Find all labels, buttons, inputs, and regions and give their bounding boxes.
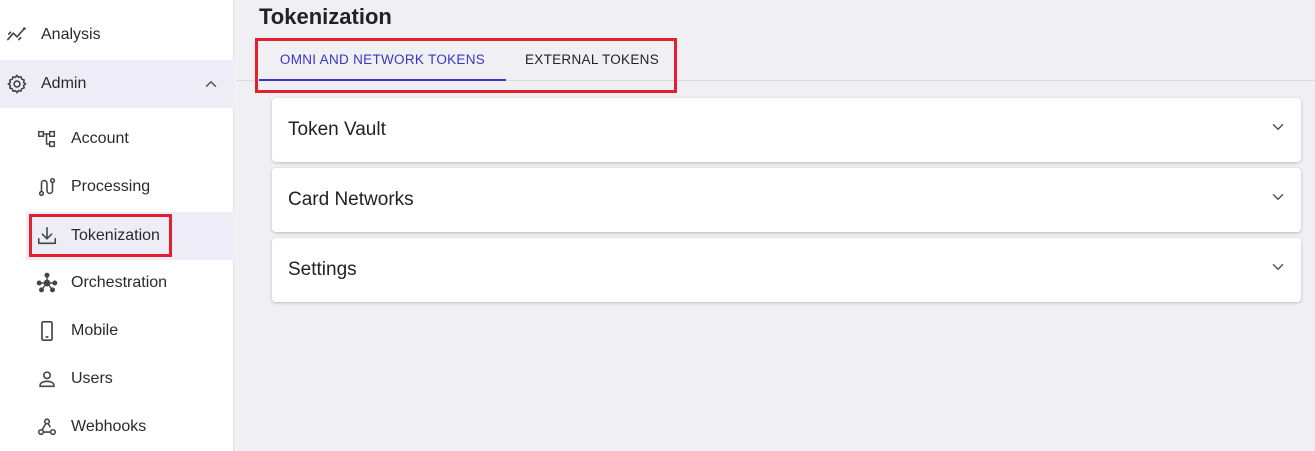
org-chart-icon (36, 128, 58, 150)
chevron-down-icon[interactable] (1269, 118, 1287, 136)
sidebar-item-label: Admin (41, 75, 87, 92)
accordion-card-networks[interactable]: Card Networks (272, 168, 1301, 232)
sidebar-item-tokenization[interactable]: Tokenization (26, 212, 234, 260)
sidebar-item-orchestration[interactable]: Orchestration (0, 259, 234, 307)
sidebar-item-label: Account (71, 130, 129, 147)
sidebar-item-users[interactable]: Users (0, 355, 234, 403)
sidebar-item-label: Users (71, 370, 113, 387)
sidebar-item-label: Orchestration (71, 274, 168, 291)
analytics-icon (6, 24, 28, 46)
webhook-icon (36, 416, 58, 438)
sidebar: Analysis Admin Account Processing Tokeni… (0, 0, 234, 451)
sidebar-item-label: Analysis (41, 26, 101, 43)
sidebar-item-account[interactable]: Account (0, 115, 234, 163)
tab-label: EXTERNAL TOKENS (524, 51, 660, 67)
download-tray-icon (36, 225, 58, 247)
chevron-down-icon[interactable] (1269, 188, 1287, 206)
sidebar-item-label: Mobile (71, 322, 119, 339)
accordion-settings[interactable]: Settings (272, 238, 1301, 302)
tab-label: OMNI AND NETWORK TOKENS (279, 51, 486, 67)
sidebar-item-analysis[interactable]: Analysis (0, 11, 234, 59)
tab-omni-and-network-tokens[interactable]: OMNI AND NETWORK TOKENS (259, 38, 506, 81)
chevron-down-icon[interactable] (1269, 258, 1287, 276)
page-title: Tokenization (259, 4, 392, 29)
tab-external-tokens[interactable]: EXTERNAL TOKENS (506, 38, 678, 80)
sidebar-item-mobile[interactable]: Mobile (0, 307, 234, 355)
tabs-bar: OMNI AND NETWORK TOKENS EXTERNAL TOKENS (236, 38, 1315, 81)
sidebar-item-admin[interactable]: Admin (0, 60, 234, 108)
user-icon (36, 368, 58, 390)
accordion-title: Card Networks (288, 189, 414, 210)
accordion-title: Token Vault (288, 119, 386, 140)
accordion-title: Settings (288, 259, 357, 280)
sidebar-item-label: Tokenization (71, 227, 160, 244)
chevron-up-icon[interactable] (202, 75, 220, 93)
active-tab-indicator (259, 79, 506, 81)
hub-icon (36, 272, 58, 294)
route-icon (36, 176, 58, 198)
gear-icon (6, 73, 28, 95)
sidebar-item-label: Webhooks (71, 418, 147, 435)
sidebar-item-label: Processing (71, 178, 151, 195)
sidebar-item-processing[interactable]: Processing (0, 163, 234, 211)
sidebar-item-webhooks[interactable]: Webhooks (0, 403, 234, 451)
mobile-phone-icon (36, 320, 58, 342)
accordion-token-vault[interactable]: Token Vault (272, 98, 1301, 162)
